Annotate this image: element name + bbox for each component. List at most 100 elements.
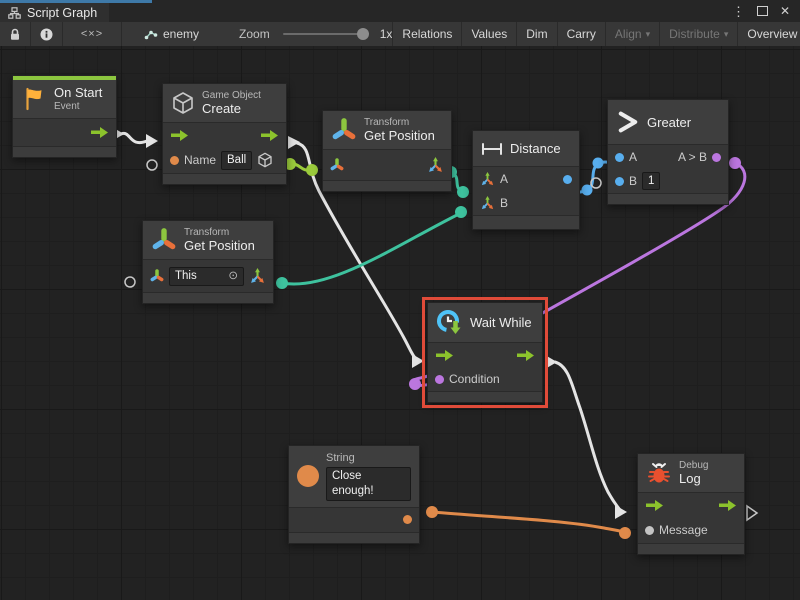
- node-title: Greater: [647, 115, 691, 130]
- distribute-dropdown[interactable]: Distribute ▾: [659, 22, 737, 46]
- maximize-icon[interactable]: [757, 6, 768, 16]
- code-preview-button[interactable]: <×>: [63, 22, 122, 46]
- transform-in-port[interactable]: [150, 269, 164, 283]
- object-in-port-dot[interactable]: [645, 526, 654, 535]
- flow-out-port[interactable]: [718, 499, 737, 512]
- flow-out-port[interactable]: [90, 126, 109, 139]
- inspect-button[interactable]: [31, 22, 63, 46]
- graph-breadcrumb[interactable]: enemy: [144, 22, 199, 46]
- string-value: Close enough!: [332, 469, 405, 499]
- node-get-position-bottom[interactable]: Transform Get Position This ⊙: [142, 220, 274, 304]
- node-header: On Start Event: [13, 80, 116, 119]
- vector3-out-port[interactable]: [249, 268, 266, 285]
- target-object-field[interactable]: This ⊙: [169, 267, 244, 286]
- string-value-field[interactable]: Close enough!: [326, 467, 411, 501]
- graph-name: enemy: [163, 27, 199, 41]
- values-button[interactable]: Values: [461, 22, 516, 46]
- chevron-down-icon: ▾: [724, 29, 729, 40]
- vector3-out-port[interactable]: [427, 157, 444, 174]
- node-header: Transform Get Position: [323, 111, 451, 150]
- port-label: Condition: [449, 372, 500, 386]
- vector3-in-port[interactable]: [480, 172, 495, 187]
- node-title: Get Position: [364, 129, 435, 144]
- node-wait-while[interactable]: Wait While Condition: [427, 302, 543, 403]
- output-label: A > B: [678, 150, 707, 164]
- node-footer: [473, 215, 579, 229]
- name-value-field[interactable]: Ball: [221, 151, 252, 170]
- port-label: B: [629, 174, 637, 188]
- float-in-port-dot[interactable]: [615, 177, 624, 186]
- vector3-in-port[interactable]: [480, 196, 495, 211]
- node-header: Transform Get Position: [143, 221, 273, 260]
- node-title: Get Position: [184, 239, 255, 254]
- node-header: Greater: [608, 100, 728, 145]
- node-string-literal[interactable]: String Close enough!: [288, 445, 420, 544]
- node-greater[interactable]: Greater A A > B B 1: [607, 99, 729, 205]
- carry-label: Carry: [567, 27, 596, 41]
- dim-label: Dim: [526, 27, 547, 41]
- node-gameobject-create[interactable]: Game Object Create Name Ball: [162, 83, 287, 185]
- zoom-slider[interactable]: [283, 33, 367, 35]
- lock-icon: [9, 28, 21, 41]
- relations-button[interactable]: Relations: [392, 22, 461, 46]
- lock-button[interactable]: [0, 22, 31, 46]
- port-label: A: [500, 172, 508, 186]
- carry-button[interactable]: Carry: [557, 22, 605, 46]
- tab-title: Script Graph: [27, 6, 97, 20]
- port-b-row: B: [473, 191, 579, 215]
- flow-row: [638, 493, 744, 517]
- b-value-field[interactable]: 1: [642, 172, 660, 191]
- greater-than-icon: [616, 110, 640, 134]
- port-label: Name: [184, 153, 216, 167]
- node-get-position-top[interactable]: Transform Get Position: [322, 110, 452, 192]
- node-footer: [143, 292, 273, 303]
- align-dropdown[interactable]: Align ▾: [605, 22, 659, 46]
- node-category: Debug: [679, 460, 708, 472]
- node-title: Wait While: [470, 315, 532, 330]
- flow-in-port[interactable]: [645, 499, 664, 512]
- port-label: Message: [659, 523, 708, 537]
- bool-out-port-dot[interactable]: [712, 153, 721, 162]
- gameobject-out-port[interactable]: [257, 152, 273, 168]
- cube-icon: [171, 91, 195, 115]
- node-on-start-event[interactable]: On Start Event: [12, 75, 117, 158]
- node-footer: [323, 180, 451, 191]
- node-debug-log[interactable]: Debug Log Message: [637, 453, 745, 555]
- output-row: [289, 508, 419, 532]
- node-header: Distance: [473, 131, 579, 167]
- distance-icon: [481, 142, 503, 156]
- flow-row: [163, 123, 286, 147]
- ports-row: [323, 150, 451, 180]
- bool-in-port-dot[interactable]: [435, 375, 444, 384]
- flow-row: [13, 119, 116, 146]
- string-port-dot[interactable]: [170, 156, 179, 165]
- graph-hierarchy-icon: [8, 7, 21, 19]
- float-in-port-dot[interactable]: [615, 153, 624, 162]
- flow-out-port[interactable]: [516, 349, 535, 362]
- dim-button[interactable]: Dim: [516, 22, 556, 46]
- port-label: A: [629, 150, 637, 164]
- zoom-slider-handle[interactable]: [357, 28, 369, 40]
- tab-accent-line: [0, 0, 152, 3]
- flow-in-port[interactable]: [170, 129, 189, 142]
- close-icon[interactable]: ✕: [780, 5, 790, 17]
- object-picker-icon[interactable]: ⊙: [228, 269, 238, 284]
- window-menu-icon[interactable]: ⋮: [732, 5, 745, 18]
- condition-row: Condition: [428, 367, 542, 391]
- node-distance[interactable]: Distance A B: [472, 130, 580, 230]
- node-title: Log: [679, 472, 708, 487]
- code-icon: <×>: [81, 28, 103, 40]
- align-label: Align: [615, 27, 642, 41]
- node-footer: [13, 146, 116, 157]
- message-row: Message: [638, 517, 744, 543]
- node-subtitle: Event: [54, 101, 102, 113]
- float-out-port-dot[interactable]: [563, 175, 572, 184]
- tab-script-graph[interactable]: Script Graph: [0, 0, 109, 22]
- flow-in-port[interactable]: [435, 349, 454, 362]
- transform-in-port[interactable]: [330, 158, 344, 172]
- string-out-port-dot[interactable]: [403, 515, 412, 524]
- overview-button[interactable]: Overview: [737, 22, 800, 46]
- flow-out-port[interactable]: [260, 129, 279, 142]
- flag-icon: [21, 86, 47, 112]
- node-footer: [638, 543, 744, 554]
